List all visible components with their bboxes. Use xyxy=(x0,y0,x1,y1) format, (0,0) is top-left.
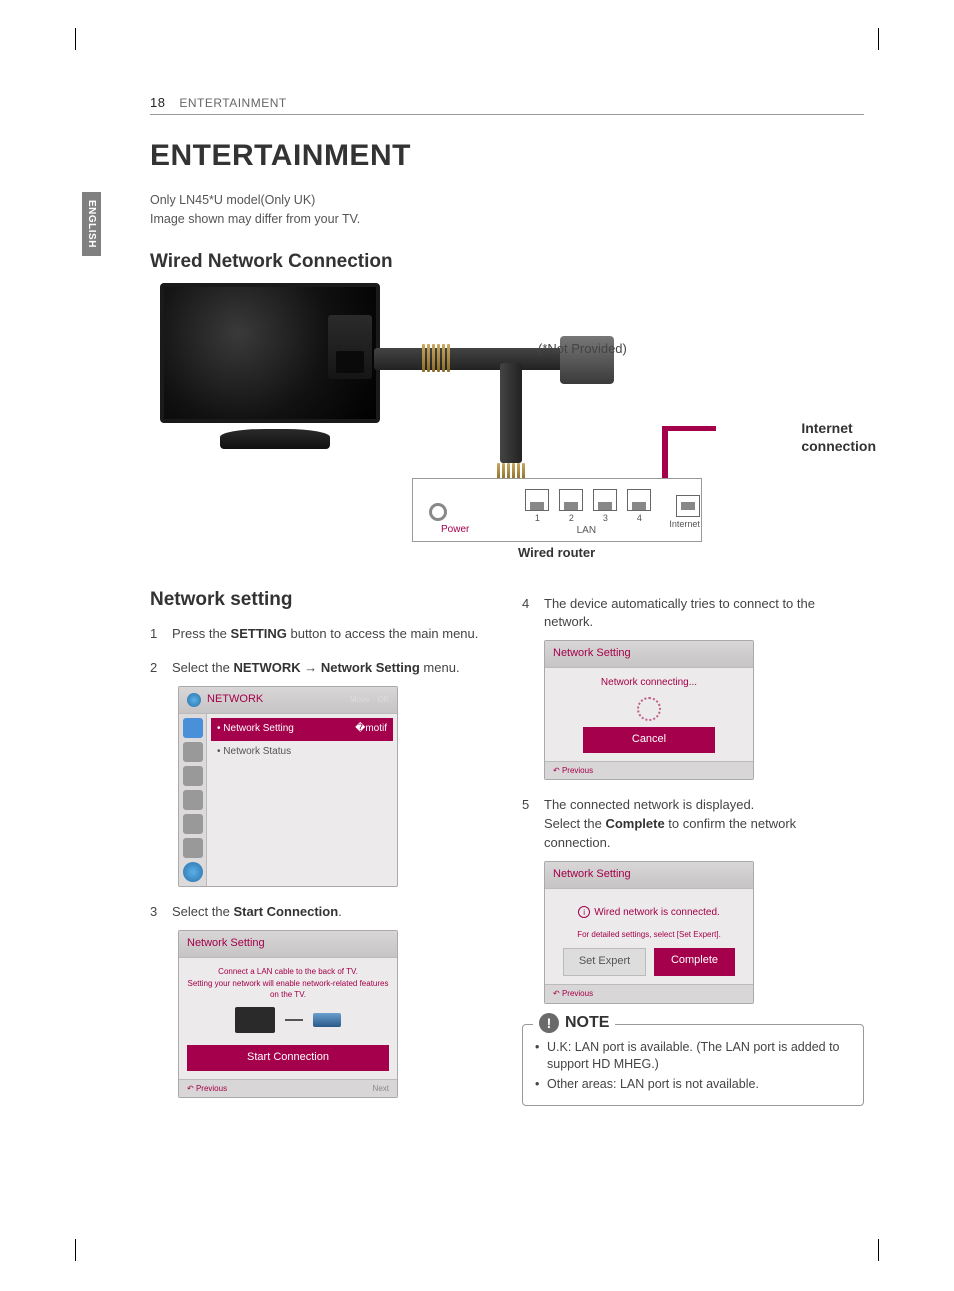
connect-illustration xyxy=(187,1001,389,1039)
osd-start-connection: Network Setting Connect a LAN cable to t… xyxy=(178,930,398,1098)
osd-start-line2: Setting your network will enable network… xyxy=(187,978,389,1001)
model-note: Only LN45*U model(Only UK) Image shown m… xyxy=(150,191,864,229)
note-box: ! NOTE U.K: LAN port is available. (The … xyxy=(522,1024,864,1107)
heading-network-setting: Network setting xyxy=(150,589,492,611)
port-4: 4 xyxy=(637,513,642,523)
internet-port xyxy=(676,495,700,517)
note-icon: ! xyxy=(539,1013,559,1033)
router-caption: Wired router xyxy=(518,545,595,560)
connecting-msg: Network connecting... xyxy=(553,676,745,691)
router-illustration: Power 1 2 3 4 LAN Internet xyxy=(412,478,702,542)
connected-msg: Wired network is connected. xyxy=(594,907,720,918)
osd-connected-title: Network Setting xyxy=(553,867,631,883)
expert-hint: For detailed settings, select [Set Exper… xyxy=(553,929,745,941)
language-tab: ENGLISH xyxy=(82,192,101,256)
step-3: Select the Start Connection. Network Set… xyxy=(150,903,492,1098)
menu-icon xyxy=(183,742,203,762)
start-connection-button[interactable]: Start Connection xyxy=(187,1045,389,1071)
previous-button[interactable]: Previous xyxy=(553,765,593,777)
menu-icon xyxy=(183,814,203,834)
connection-diagram: (*Not Provided) Internet connection Powe… xyxy=(150,283,864,563)
info-icon: i xyxy=(578,906,590,918)
internet-label: Internet connection xyxy=(801,419,876,455)
model-note-l2: Image shown may differ from your TV. xyxy=(150,210,864,229)
globe-icon xyxy=(187,693,201,707)
step-5: The connected network is displayed. Sele… xyxy=(522,796,864,1004)
power-label: Power xyxy=(441,524,469,535)
lan-label: LAN xyxy=(577,525,596,536)
osd-net-title: NETWORK xyxy=(207,692,263,708)
cancel-button[interactable]: Cancel xyxy=(583,727,715,753)
note-item-1: U.K: LAN port is available. (The LAN por… xyxy=(535,1039,851,1074)
osd-connecting: Network Setting Network connecting... Ca… xyxy=(544,640,754,780)
osd-network-menu: NETWORK MoveOK xyxy=(178,686,398,887)
section-name: ENTERTAINMENT xyxy=(179,96,286,110)
step-2: Select the NETWORK → Network Setting men… xyxy=(150,659,492,887)
previous-button[interactable]: Previous xyxy=(187,1083,227,1095)
menu-icon xyxy=(183,766,203,786)
port-3: 3 xyxy=(603,513,608,523)
port-1: 1 xyxy=(535,513,540,523)
osd-start-line1: Connect a LAN cable to the back of TV. xyxy=(187,966,389,978)
running-header: 18 ENTERTAINMENT xyxy=(150,95,864,115)
set-expert-button[interactable]: Set Expert xyxy=(563,948,646,976)
menu-icon xyxy=(183,790,203,810)
model-note-l1: Only LN45*U model(Only UK) xyxy=(150,191,864,210)
page-title: ENTERTAINMENT xyxy=(150,139,864,173)
globe-icon xyxy=(183,862,203,882)
heading-wired: Wired Network Connection xyxy=(150,251,864,273)
menu-icon xyxy=(183,718,203,738)
tv-lan-port xyxy=(328,315,372,379)
menu-icon xyxy=(183,838,203,858)
power-icon xyxy=(429,503,447,521)
internet-wire-h xyxy=(662,426,716,431)
osd-row-selected: Network Setting�motif xyxy=(211,718,393,741)
lan-cable xyxy=(374,338,574,478)
cable-down xyxy=(500,363,522,463)
step-1: Press the SETTING button to access the m… xyxy=(150,625,492,644)
complete-button[interactable]: Complete xyxy=(654,948,735,976)
osd-connected: Network Setting i Wired network is connec… xyxy=(544,861,754,1004)
step-4: The device automatically tries to connec… xyxy=(522,595,864,781)
note-item-2: Other areas: LAN port is not available. xyxy=(535,1076,851,1094)
internet-port-label: Internet xyxy=(669,519,700,529)
next-label: Next xyxy=(373,1083,389,1095)
osd-start-title: Network Setting xyxy=(187,936,265,952)
port-2: 2 xyxy=(569,513,574,523)
spinner-icon xyxy=(637,697,661,721)
osd-connecting-title: Network Setting xyxy=(553,646,631,662)
previous-button[interactable]: Previous xyxy=(553,988,593,1000)
page-number: 18 xyxy=(150,95,165,110)
not-provided-label: (*Not Provided) xyxy=(538,341,627,356)
note-label: NOTE xyxy=(565,1014,609,1032)
osd-row: • Network Status xyxy=(211,741,393,764)
